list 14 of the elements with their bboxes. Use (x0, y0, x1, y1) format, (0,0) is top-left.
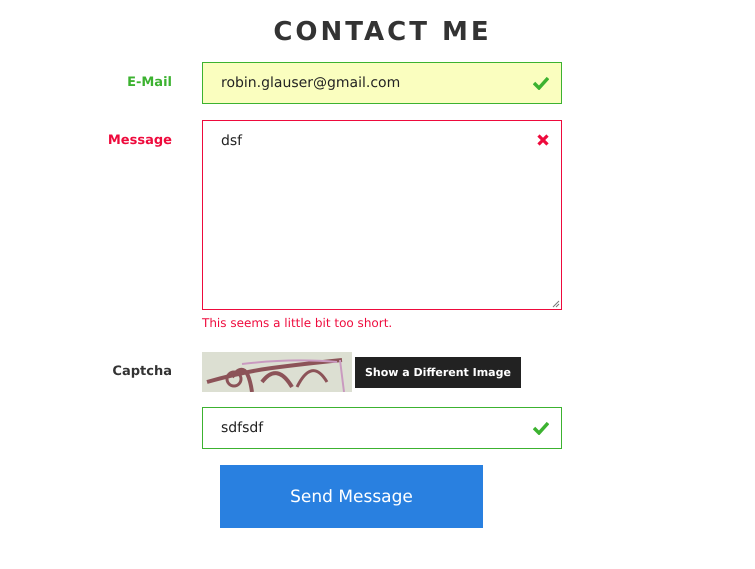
captcha-field[interactable]: sdfsdf (202, 407, 562, 449)
error-message: This seems a little bit too short. (202, 316, 394, 330)
field-label: Message (108, 133, 172, 148)
field-label: Captcha (112, 364, 172, 379)
send-message-button[interactable]: Send Message (220, 465, 483, 528)
email-field[interactable]: robin.glauser@gmail.com (202, 62, 562, 104)
check-icon (533, 421, 549, 435)
page-title: CONTACT ME (272, 16, 493, 49)
show-different-image-button[interactable]: Show a Different Image (355, 356, 521, 388)
message-field[interactable]: dsf (202, 120, 562, 310)
field-label: E-Mail (127, 75, 172, 90)
resize-handle-icon[interactable] (552, 300, 560, 308)
check-icon (533, 76, 549, 90)
close-icon (537, 134, 549, 146)
